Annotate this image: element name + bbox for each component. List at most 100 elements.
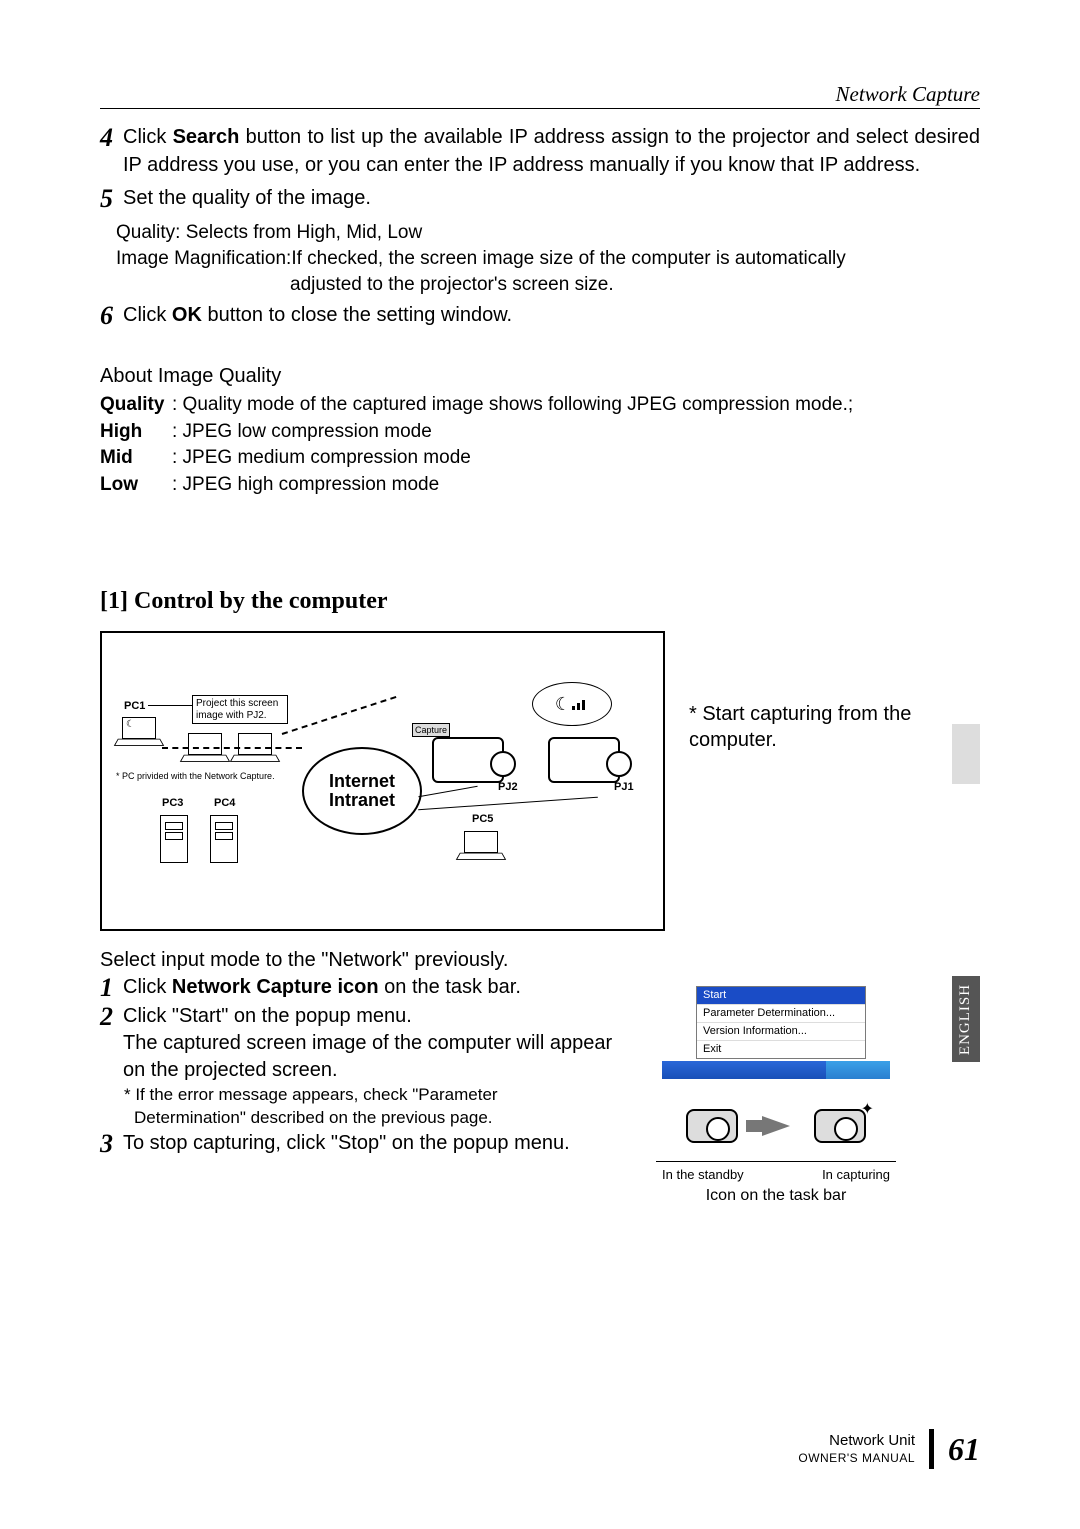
step-number: 2 (100, 1003, 123, 1084)
capturing-icon: ✦ (814, 1109, 866, 1143)
text: Click (123, 976, 172, 998)
pc1-label: PC1 (124, 700, 145, 712)
diagram-row: Internet Intranet ☾ PC1 ☾ Project this s… (100, 631, 980, 931)
desc: : JPEG medium compression mode (172, 445, 471, 472)
intro-text: Select input mode to the "Network" previ… (100, 947, 980, 974)
step-6: 6 Click OK button to close the setting w… (100, 302, 980, 331)
icon-captions: In the standby In capturing (656, 1166, 896, 1184)
term: Mid (100, 445, 172, 472)
step-number: 4 (100, 124, 123, 179)
term: High (100, 419, 172, 446)
step-body: Click Network Capture icon on the task b… (123, 974, 626, 1003)
taskbar-graphic (662, 1061, 890, 1079)
lower-block: Select input mode to the "Network" previ… (100, 947, 980, 1207)
lower-step-2: 2 Click "Start" on the popup menu. The c… (100, 1003, 626, 1084)
footer-text: Network Unit OWNER'S MANUAL (798, 1432, 915, 1466)
mag-text: If checked, the screen image size of the… (291, 246, 980, 272)
popup-menu: Start Parameter Determination... Version… (696, 986, 866, 1058)
divider (656, 1161, 896, 1162)
projector-icon (432, 737, 504, 783)
lower-wrap: 1 Click Network Capture icon on the task… (100, 974, 980, 1207)
step-body: Click Search button to list up the avail… (123, 124, 980, 179)
error-note-1: * If the error message appears, check "P… (124, 1084, 626, 1107)
step-body: Click "Start" on the popup menu. The cap… (123, 1003, 626, 1084)
footer-unit: Network Unit (798, 1432, 915, 1451)
popup-item-start[interactable]: Start (697, 987, 865, 1005)
term-text: High (100, 421, 142, 442)
connector (418, 786, 477, 797)
def-mid: Mid : JPEG medium compression mode (100, 445, 980, 472)
step-body: To stop capturing, click "Stop" on the p… (123, 1130, 626, 1159)
tower-icon (210, 815, 238, 863)
document-page: Network Capture 4 Click Search button to… (0, 0, 1080, 1529)
network-diagram: Internet Intranet ☾ PC1 ☾ Project this s… (100, 631, 665, 931)
footer-manual: OWNER'S MANUAL (798, 1451, 915, 1466)
step-body: Click OK button to close the setting win… (123, 302, 980, 331)
text: Click (123, 126, 173, 148)
projector-icon (548, 737, 620, 783)
page-content: 4 Click Search button to list up the ava… (100, 124, 980, 1207)
bars-icon (571, 697, 589, 711)
step-number: 5 (100, 185, 123, 214)
popup-item-version[interactable]: Version Information... (697, 1023, 865, 1041)
magnification-line: Image Magnification: If checked, the scr… (116, 246, 980, 272)
section-heading: [1] Control by the computer (100, 588, 980, 615)
term-text: Quality (100, 394, 164, 415)
dashed-connector (162, 747, 302, 749)
text: on the task bar. (379, 976, 521, 998)
system-tray (826, 1061, 890, 1079)
desc: : JPEG low compression mode (172, 419, 432, 446)
text: The captured screen image of the compute… (123, 1030, 626, 1084)
desc: : Quality mode of the captured image sho… (172, 392, 853, 419)
def-high: High : JPEG low compression mode (100, 419, 980, 446)
footer-bar (929, 1429, 934, 1469)
desc: : JPEG high compression mode (172, 472, 439, 499)
about-heading: About Image Quality (100, 365, 980, 388)
text: button to list up the available IP addre… (123, 126, 980, 176)
step-number: 3 (100, 1130, 123, 1159)
step-4: 4 Click Search button to list up the ava… (100, 124, 980, 179)
capture-button-graphic: Capture (412, 723, 450, 737)
callout-line (148, 705, 192, 706)
header-rule (100, 108, 980, 109)
moon-bubble: ☾ (532, 682, 612, 726)
moon-icon: ☾ (126, 719, 135, 730)
callout-box: Project this screen image with PJ2. (192, 695, 288, 724)
moon-icon: ☾ (555, 694, 571, 715)
error-note-2: Determination" described on the previous… (134, 1107, 626, 1130)
connector (418, 797, 598, 811)
spark-icon: ✦ (861, 1099, 874, 1121)
text: button to close the setting window. (202, 304, 512, 326)
step-5: 5 Set the quality of the image. (100, 185, 980, 214)
popup-item-exit[interactable]: Exit (697, 1041, 865, 1058)
text: Click "Start" on the popup menu. (123, 1003, 626, 1030)
term-text: Mid (100, 447, 133, 468)
popup-illustration: Start Parameter Determination... Version… (656, 986, 896, 1207)
lower-step-3: 3 To stop capturing, click "Stop" on the… (100, 1130, 626, 1159)
laptop-icon: ☾ (116, 717, 160, 747)
page-footer: Network Unit OWNER'S MANUAL 61 (798, 1429, 980, 1469)
step-number: 1 (100, 974, 123, 1003)
running-header: Network Capture (836, 82, 980, 107)
standby-caption: In the standby (662, 1166, 744, 1184)
step-number: 6 (100, 302, 123, 331)
arrow-icon (762, 1116, 790, 1136)
page-number: 61 (948, 1431, 980, 1468)
def-quality: Quality : Quality mode of the captured i… (100, 392, 980, 419)
term: Quality (100, 392, 172, 419)
standby-icon (686, 1109, 738, 1143)
pc3-label: PC3 (162, 797, 183, 809)
diagram-side-caption: * Start capturing from the computer. (689, 701, 980, 753)
tower-icon (160, 815, 188, 863)
text: Click (123, 304, 172, 326)
pj2-label: PJ2 (498, 781, 518, 793)
pc5-label: PC5 (472, 813, 493, 825)
language-tab: ENGLISH (952, 976, 980, 1062)
icon-row: ✦ (656, 1109, 896, 1143)
pc4-label: PC4 (214, 797, 235, 809)
taskbar-caption: Icon on the task bar (656, 1185, 896, 1207)
popup-item-param[interactable]: Parameter Determination... (697, 1005, 865, 1023)
lower-step-1: 1 Click Network Capture icon on the task… (100, 974, 626, 1003)
mag-text-2: adjusted to the projector's screen size. (290, 272, 980, 298)
quality-line: Quality: Selects from High, Mid, Low (116, 220, 980, 246)
